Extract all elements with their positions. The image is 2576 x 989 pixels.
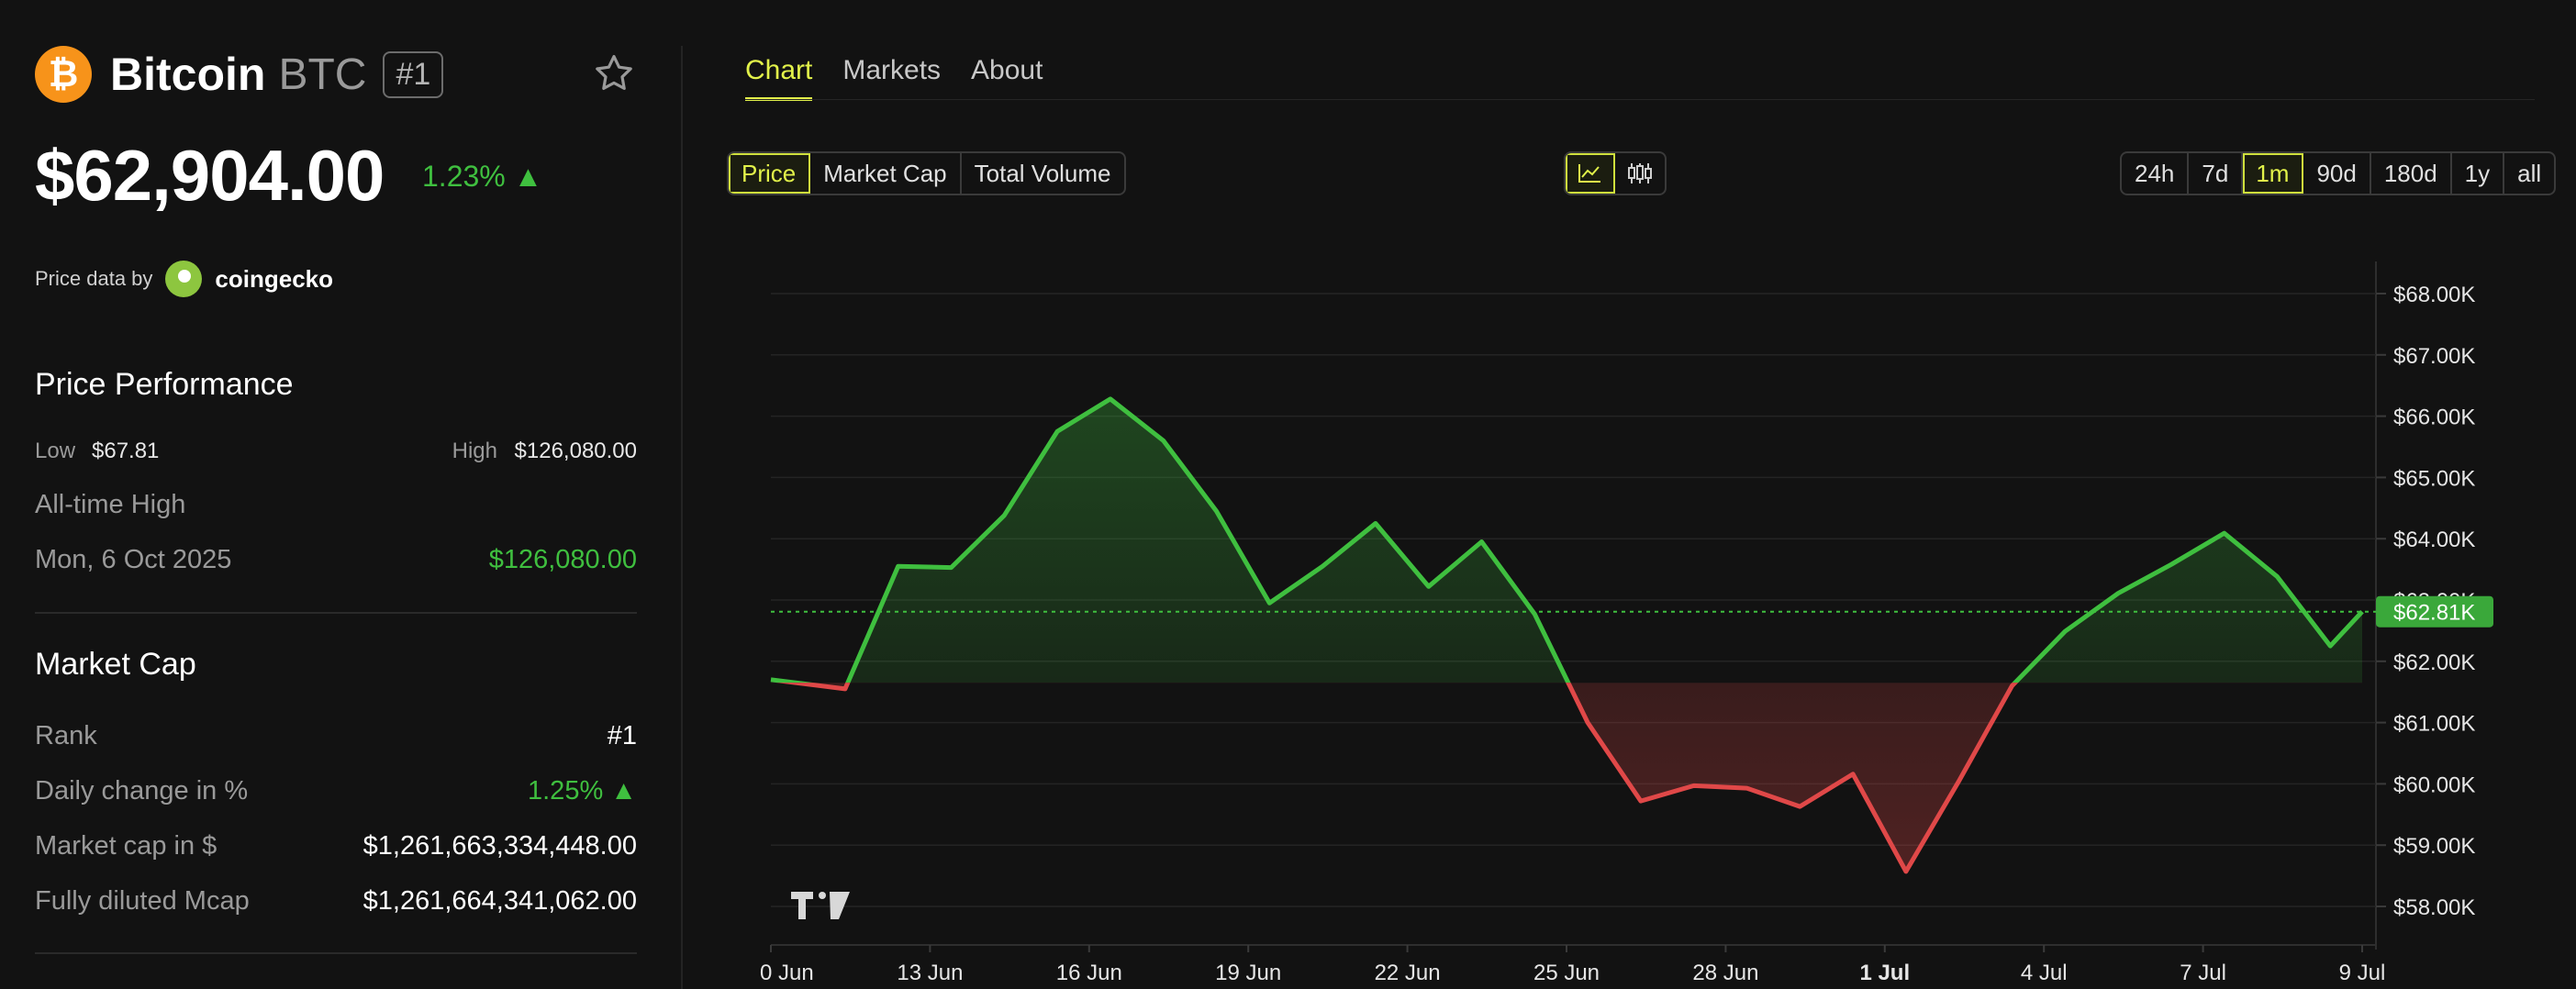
daily-change-label: Daily change in %: [35, 776, 249, 806]
y-tick-label: $59.00K: [2393, 834, 2475, 859]
price-chart[interactable]: $58.00K$59.00K$60.00K$61.00K$62.00K$63.0…: [683, 0, 2576, 989]
coingecko-logo-icon: [165, 261, 203, 297]
market-cap-value: $1,261,663,334,448.00: [362, 831, 637, 861]
high-value: $126,080.00: [514, 439, 637, 463]
y-tick-label: $66.00K: [2393, 406, 2475, 430]
star-icon[interactable]: [592, 51, 636, 95]
y-tick-label: $65.00K: [2393, 466, 2475, 491]
coin-symbol: BTC: [278, 50, 367, 99]
x-tick-label: 25 Jun: [1533, 961, 1600, 985]
chart-panel: Chart Markets About Price Market Cap Tot…: [683, 0, 2576, 989]
market-cap-label: Market cap in $: [35, 831, 217, 861]
section-divider: [35, 612, 637, 614]
x-tick-label: 4 Jul: [2021, 961, 2068, 985]
ath-row: Mon, 6 Oct 2025 $126,080.00: [35, 545, 637, 575]
ath-date: Mon, 6 Oct 2025: [35, 545, 232, 574]
x-tick-label: 28 Jun: [1692, 961, 1758, 985]
x-tick-label: 19 Jun: [1215, 961, 1281, 985]
logo-part: [819, 892, 826, 899]
tradingview-logo-icon: [791, 892, 850, 919]
y-tick-label: $67.00K: [2393, 344, 2475, 369]
rank-value: #1: [607, 721, 637, 750]
market-cap-row: Market cap in $ $1,261,663,334,448.00: [35, 831, 637, 861]
ath-label-row: All-time High: [35, 490, 637, 520]
price-change: 1.23% ▲: [422, 160, 543, 193]
coin-info-panel: ₿ Bitcoin BTC #1 $62,904.00 1.23% ▲ Pric…: [0, 0, 681, 989]
price-data-source-name[interactable]: coingecko: [215, 265, 333, 294]
price-performance-title: Price Performance: [35, 367, 294, 402]
x-tick-label: 22 Jun: [1375, 961, 1441, 985]
logo-part: [791, 892, 813, 919]
rank-badge: #1: [383, 50, 444, 98]
daily-change-value: 1.25% ▲: [528, 776, 637, 806]
daily-change-row: Daily change in % 1.25% ▲: [35, 776, 637, 806]
logo-part: [830, 892, 850, 919]
y-tick-label: $58.00K: [2393, 895, 2475, 920]
current-price: $62,904.00: [35, 135, 385, 216]
x-tick-label: 9 Jul: [2339, 961, 2386, 985]
y-tick-label: $68.00K: [2393, 283, 2475, 307]
area-fill-above: [771, 398, 2362, 683]
x-tick-label: 7 Jul: [2180, 961, 2226, 985]
x-tick-label: 1 Jul: [1859, 961, 1910, 985]
market-cap-title: Market Cap: [35, 647, 196, 682]
section-divider: [35, 952, 637, 954]
bitcoin-icon: ₿: [35, 46, 92, 103]
x-tick-label: 13 Jun: [897, 961, 963, 985]
fdv-label: Fully diluted Mcap: [35, 886, 250, 916]
price-data-source: Price data by coingecko: [35, 261, 333, 297]
low-label: Low: [35, 439, 76, 463]
rank-label: Rank: [35, 721, 97, 750]
coin-header: ₿ Bitcoin BTC #1: [35, 46, 444, 103]
high-label: High: [452, 439, 497, 463]
y-tick-label: $62.00K: [2393, 650, 2475, 675]
fdv-value: $1,261,664,341,062.00: [362, 886, 637, 916]
low-value: $67.81: [92, 439, 160, 463]
coin-name: Bitcoin: [110, 49, 266, 100]
rank-row: Rank #1: [35, 721, 637, 751]
y-tick-label: $60.00K: [2393, 772, 2475, 797]
x-tick-label: 16 Jun: [1056, 961, 1122, 985]
fdv-row: Fully diluted Mcap $1,261,664,341,062.00: [35, 886, 637, 917]
x-tick-label: 0 Jun: [760, 961, 814, 985]
ath-label: All-time High: [35, 490, 186, 519]
ath-value: $126,080.00: [488, 545, 637, 574]
y-tick-label: $64.00K: [2393, 528, 2475, 552]
current-price-label: $62.81K: [2393, 601, 2475, 626]
y-tick-label: $61.00K: [2393, 712, 2475, 737]
price-data-label: Price data by: [35, 267, 153, 290]
low-high-row: Low $67.81 High $126,080.00: [35, 439, 637, 470]
